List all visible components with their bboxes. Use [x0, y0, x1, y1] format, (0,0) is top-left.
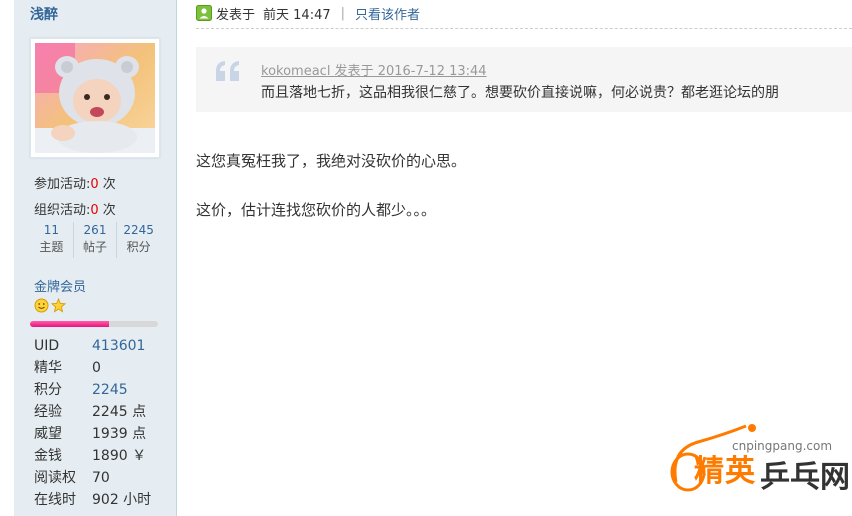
stat-posts[interactable]: 261 帖子	[72, 222, 117, 258]
level-progress-bar	[30, 321, 158, 327]
post-header: 发表于 前天 14:47 | 只看该作者	[196, 3, 420, 23]
quote-mark-icon	[216, 61, 239, 81]
join-activities-count[interactable]: 0	[90, 177, 98, 192]
level-progress-fill	[30, 321, 110, 327]
quote-meta-link[interactable]: kokomeacl 发表于 2016-7-12 13:44	[261, 60, 487, 79]
info-value: 1890 ￥	[92, 448, 147, 464]
info-key: 经验	[34, 404, 62, 420]
user-sidebar: 浅醉 参加活动:0 次 组织活动:0 次 11 主题 261 帖子 2245 积…	[14, 0, 177, 516]
info-row: 积分 2245	[34, 379, 151, 401]
post-body-line: 这价，估计连找您砍价的人都少。。。	[196, 201, 437, 219]
info-row: 金钱 1890 ￥	[34, 445, 151, 467]
avatar[interactable]	[30, 38, 160, 158]
smiley-medal-icon	[34, 298, 49, 313]
info-row: 阅读权 70	[34, 467, 151, 489]
info-value: 1939 点	[92, 426, 147, 442]
info-row: UID 413601	[34, 335, 151, 357]
info-key: 在线时	[34, 492, 76, 508]
avatar-image	[35, 43, 155, 153]
info-key: 金钱	[34, 448, 62, 464]
info-value: 902 小时	[92, 492, 152, 508]
quote-block: kokomeacl 发表于 2016-7-12 13:44 而且落地七折，这品相…	[196, 47, 852, 112]
quote-text: 而且落地七折，这品相我很仁慈了。想要砍价直接说嘛，何必说贵？都老逛论坛的朋	[261, 85, 779, 101]
posted-label: 发表于	[216, 7, 256, 23]
info-value: 2245 点	[92, 404, 147, 420]
info-row: 在线时 902 小时	[34, 489, 151, 511]
watermark-brand-right: 乒乓网	[760, 460, 850, 495]
info-key: 积分	[34, 382, 62, 398]
header-separator: |	[340, 5, 346, 21]
post-time: 前天 14:47	[263, 7, 331, 23]
user-stats: 11 主题 261 帖子 2245 积分	[30, 222, 160, 258]
star-medal-icon	[51, 298, 66, 313]
online-status-icon	[196, 5, 212, 21]
header-divider	[196, 28, 852, 29]
only-author-link[interactable]: 只看该作者	[355, 4, 420, 23]
rank-link[interactable]: 金牌会员	[34, 276, 86, 295]
info-value[interactable]: 2245	[92, 379, 128, 401]
organize-activities: 组织活动:0 次	[34, 203, 116, 218]
info-key: 威望	[34, 426, 62, 442]
info-key: 精华	[34, 360, 62, 376]
post-body-line: 这您真冤枉我了，我绝对没砍价的心思。	[196, 152, 467, 170]
organize-activities-count[interactable]: 0	[90, 203, 98, 218]
info-row: 精华 0	[34, 357, 151, 379]
info-key: 阅读权	[34, 470, 76, 486]
username-link[interactable]: 浅醉	[30, 4, 58, 24]
info-value: 70	[92, 470, 110, 486]
join-activities: 参加活动:0 次	[34, 177, 116, 192]
info-row: 威望 1939 点	[34, 423, 151, 445]
stat-threads[interactable]: 11 主题	[30, 222, 73, 258]
stat-credits[interactable]: 2245 积分	[116, 222, 160, 258]
info-key: UID	[34, 338, 60, 354]
user-info-table: UID 413601 精华 0 积分 2245 经验 2245 点威望 1939 点金钱 1890…	[34, 335, 151, 511]
info-row: 经验 2245 点	[34, 401, 151, 423]
info-value: 0	[92, 360, 101, 376]
medals	[34, 298, 66, 313]
info-value[interactable]: 413601	[92, 335, 145, 357]
watermark-brand-left: 精英	[694, 454, 756, 489]
